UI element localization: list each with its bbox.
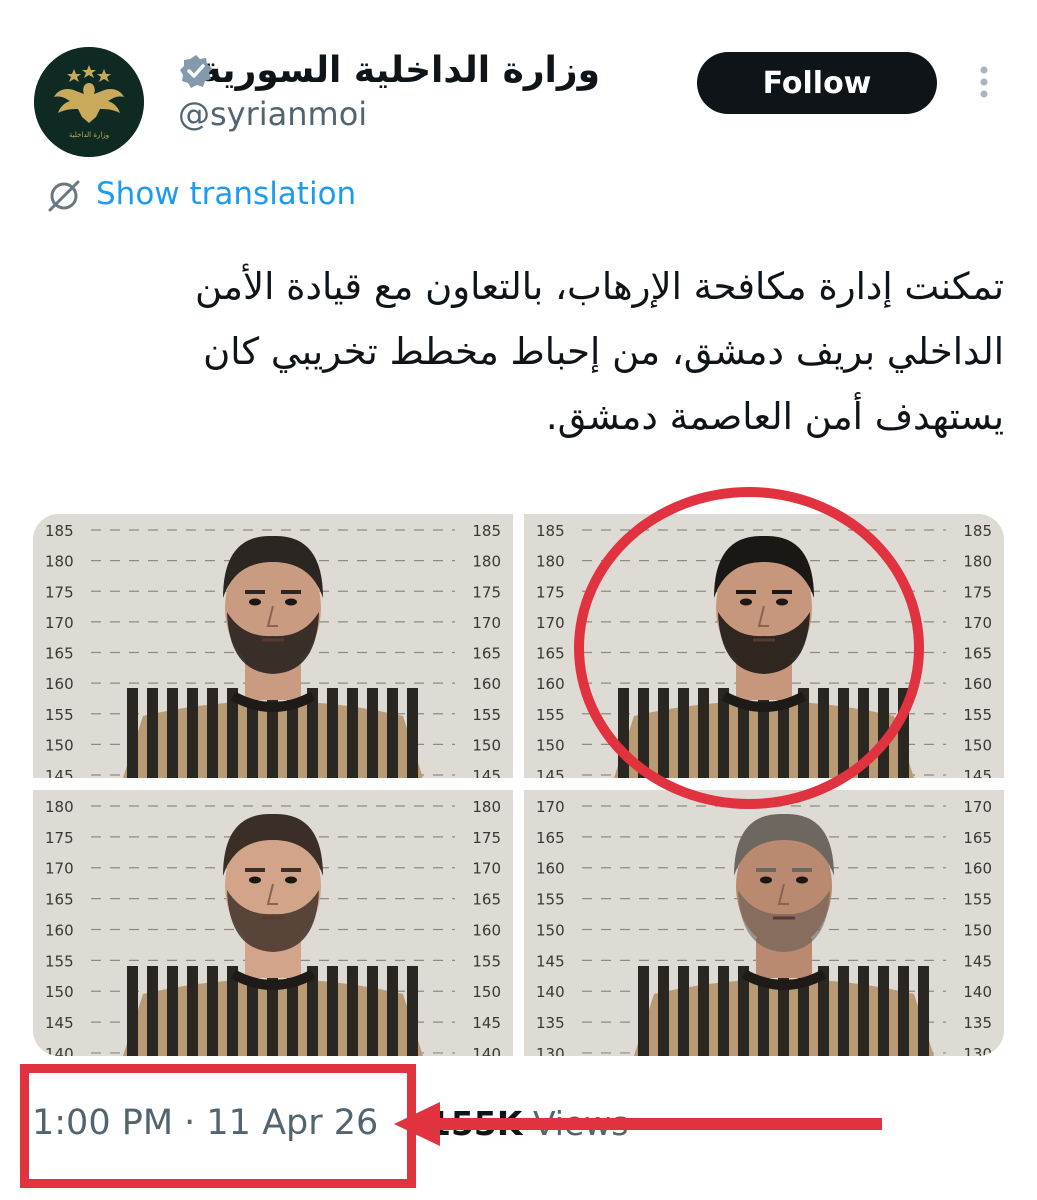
height-scale-label: 145: [472, 767, 501, 778]
mugshot-photo-2[interactable]: 185 185 180 180 175 175 170 170 165 165 160 160 155 1…: [524, 514, 1004, 778]
height-scale-label: 140: [536, 983, 565, 1001]
height-scale-label: 145: [45, 767, 74, 778]
height-scale-label: 185: [536, 522, 565, 540]
height-scale-label: 180: [45, 553, 74, 571]
height-scale-label: 145: [45, 1014, 74, 1032]
mugshot-image: 185 185 180 180 175 175 170 170 165 165 160 160 155 1…: [524, 514, 1004, 778]
tweet-timestamp[interactable]: 1:00 PM · 11 Apr 26: [32, 1100, 378, 1146]
height-scale-label: 160: [45, 675, 74, 693]
height-scale-label: 170: [45, 614, 74, 632]
height-scale-label: 165: [45, 645, 74, 663]
height-scale-label: 165: [963, 829, 992, 847]
height-scale-label: 150: [536, 921, 565, 939]
height-scale-label: 185: [472, 522, 501, 540]
height-scale-label: 170: [963, 798, 992, 816]
red-arrow-annotation: [394, 1102, 882, 1146]
height-scale-label: 150: [45, 736, 74, 754]
height-scale-label: 170: [963, 614, 992, 632]
height-scale-label: 155: [45, 706, 74, 724]
height-scale-label: 180: [963, 553, 992, 571]
display-name[interactable]: وزارة الداخلية السورية: [200, 46, 600, 96]
height-scale-label: 180: [472, 553, 501, 571]
height-scale-label: 175: [963, 583, 992, 601]
height-scale-label: 155: [536, 891, 565, 909]
account-avatar[interactable]: وزارة الداخلية: [34, 47, 144, 157]
tweet-text: تمكنت إدارة مكافحة الإرهاب، بالتعاون مع …: [194, 265, 1004, 438]
height-scale-label: 170: [45, 860, 74, 878]
height-scale-label: 145: [536, 767, 565, 778]
height-scale-label: 180: [472, 798, 501, 816]
follow-button[interactable]: Follow: [697, 52, 937, 114]
height-scale-label: 160: [472, 921, 501, 939]
mugshot-photo-1[interactable]: 185 185 180 180 175 175 170 170 165 165 160 160 155 1…: [33, 514, 513, 778]
height-scale-label: 140: [45, 1045, 74, 1056]
height-scale-label: 150: [536, 736, 565, 754]
height-scale-label: 165: [472, 645, 501, 663]
height-scale-label: 155: [472, 706, 501, 724]
height-scale-label: 185: [45, 522, 74, 540]
height-scale-label: 175: [472, 583, 501, 601]
height-scale-label: 150: [45, 983, 74, 1001]
height-scale-label: 160: [963, 675, 992, 693]
name-row: وزارة الداخلية السورية: [178, 46, 648, 96]
account-handle[interactable]: @syrianmoi: [178, 94, 367, 134]
show-translation-link[interactable]: Show translation: [96, 174, 356, 214]
height-scale-label: 135: [536, 1014, 565, 1032]
height-scale-label: 160: [472, 675, 501, 693]
height-scale-label: 170: [536, 614, 565, 632]
height-scale-label: 155: [963, 706, 992, 724]
eagle-emblem-icon: وزارة الداخلية: [34, 47, 144, 157]
height-scale-label: 170: [472, 860, 501, 878]
height-scale-label: 175: [536, 583, 565, 601]
height-scale-label: 165: [45, 891, 74, 909]
mugshot-image: 180 180 175 175 170 170 165 165 160 160 155 155 150 1…: [33, 790, 513, 1056]
height-scale-label: 180: [536, 553, 565, 571]
height-scale-label: 180: [45, 798, 74, 816]
height-scale-label: 160: [536, 675, 565, 693]
mugshot-photo-4[interactable]: 170 170 165 165 160 160 155 155 150 150 145 145 140 1…: [524, 790, 1004, 1056]
height-scale-label: 160: [963, 860, 992, 878]
height-scale-label: 175: [45, 583, 74, 601]
height-scale-label: 145: [472, 1014, 501, 1032]
height-scale-label: 165: [472, 891, 501, 909]
verified-badge-icon: [180, 55, 212, 88]
height-scale-label: 155: [963, 891, 992, 909]
mugshot-photo-3[interactable]: 180 180 175 175 170 170 165 165 160 160 155 155 150 1…: [33, 790, 513, 1056]
height-scale-label: 165: [536, 645, 565, 663]
height-scale-label: 155: [472, 952, 501, 970]
height-scale-label: 170: [472, 614, 501, 632]
height-scale-label: 175: [472, 829, 501, 847]
height-scale-label: 160: [536, 860, 565, 878]
more-vertical-icon[interactable]: [970, 62, 998, 102]
height-scale-label: 155: [536, 706, 565, 724]
mugshot-image: 170 170165 165160 160155 155150 150145 145140 1…: [524, 790, 1004, 1056]
height-scale-label: 165: [536, 829, 565, 847]
height-scale-label: 155: [45, 952, 74, 970]
height-scale-label: 150: [472, 983, 501, 1001]
height-scale-label: 185: [963, 522, 992, 540]
height-scale-label: 140: [472, 1045, 501, 1056]
height-scale-label: 145: [963, 767, 992, 778]
height-scale-label: 150: [963, 736, 992, 754]
height-scale-label: 160: [45, 921, 74, 939]
height-scale-label: 145: [536, 952, 565, 970]
height-scale-label: 130: [536, 1045, 565, 1056]
height-scale-label: 150: [472, 736, 501, 754]
svg-text:وزارة الداخلية: وزارة الداخلية: [69, 131, 109, 139]
height-scale-label: 175: [45, 829, 74, 847]
translate-icon: [48, 180, 80, 212]
height-scale-label: 170: [536, 798, 565, 816]
mugshot-image: 185 185 180 180 175 175 170 170 165 165 160 160 155 1…: [33, 514, 513, 778]
height-scale-label: 165: [963, 645, 992, 663]
